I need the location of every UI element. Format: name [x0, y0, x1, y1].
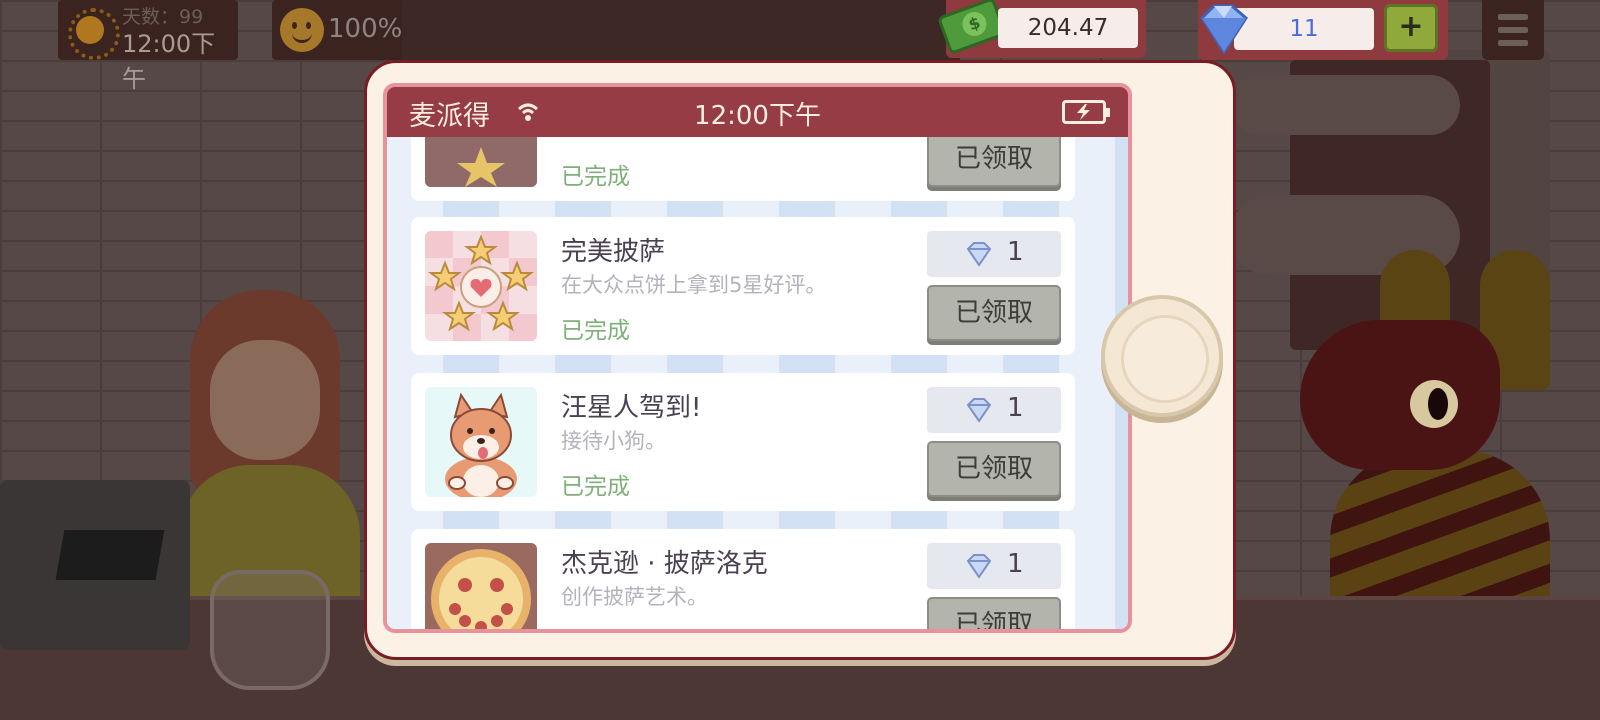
- achievement-description: 接待小狗。: [561, 429, 666, 453]
- phone-home-button[interactable]: [1101, 295, 1223, 417]
- claimed-button[interactable]: 已领取: [927, 137, 1061, 187]
- reward-amount: 1: [1007, 393, 1024, 423]
- battery-icon: [1062, 100, 1110, 124]
- money-value: 204.47: [998, 8, 1138, 48]
- phone-clock: 12:00下午: [694, 101, 821, 131]
- customer-character: [180, 290, 360, 615]
- achievement-title: 杰克逊 · 披萨洛克: [561, 549, 768, 579]
- diamond-icon: [966, 554, 992, 579]
- gems-panel: 11 +: [1198, 0, 1448, 60]
- anubis-head: [1300, 320, 1500, 470]
- cash-icon: [936, 0, 1008, 56]
- achievement-description: 在大众点饼上拿到5星好评。: [561, 273, 827, 297]
- stars-heart-icon: [425, 231, 537, 341]
- clock-time: 12:00下午: [122, 30, 216, 93]
- register-screen: [55, 530, 165, 580]
- achievement-status: 已完成: [561, 318, 630, 344]
- achievements-list[interactable]: 已完成 已领取 完美披萨 在大众点饼上拿到5星好评。 已完成 1 已领取 汪星人…: [387, 137, 1128, 629]
- achievement-card: 汪星人驾到! 接待小狗。 已完成 1 已领取: [411, 373, 1075, 511]
- gem-reward: 1: [927, 543, 1061, 589]
- phone-status-bar: 麦派得 12:00下午: [387, 87, 1128, 137]
- diamond-icon: [966, 398, 992, 423]
- mood-percent: 100%: [328, 14, 403, 44]
- achievement-thumbnail: [425, 231, 537, 341]
- achievement-title: 汪星人驾到!: [561, 393, 702, 423]
- achievement-thumbnail: [425, 543, 537, 629]
- customer-face: [210, 340, 320, 460]
- reward-amount: 1: [1007, 549, 1024, 579]
- cash-register: [0, 480, 190, 650]
- achievement-status: 已完成: [561, 474, 630, 500]
- achievement-description: 创作披萨艺术。: [561, 585, 708, 609]
- gem-reward: 1: [927, 387, 1061, 433]
- smiley-icon: [280, 8, 324, 52]
- buy-gems-button[interactable]: +: [1384, 4, 1438, 52]
- reward-amount: 1: [1007, 237, 1024, 267]
- shiba-dog-icon: [425, 387, 537, 497]
- diamond-icon: [966, 242, 992, 267]
- phone-device: 麦派得 12:00下午 已完成 已领取 完美披萨 在大众点饼上拿到5星好评。 已…: [364, 60, 1236, 660]
- achievement-status: 已完成: [561, 164, 630, 190]
- menu-icon: [1498, 27, 1528, 33]
- claimed-button[interactable]: 已领取: [927, 441, 1061, 497]
- claimed-button[interactable]: 已领取: [927, 597, 1061, 629]
- menu-button[interactable]: [1482, 0, 1544, 60]
- achievement-card: 杰克逊 · 披萨洛克 创作披萨艺术。 1 已领取: [411, 529, 1075, 629]
- tip-jar: [210, 570, 330, 690]
- sun-icon: [68, 8, 120, 60]
- phone-screen: 麦派得 12:00下午 已完成 已领取 完美披萨 在大众点饼上拿到5星好评。 已…: [383, 83, 1132, 633]
- day-panel: 天数：99 12:00下午: [58, 0, 238, 93]
- menu-icon: [1498, 40, 1528, 46]
- achievement-card: 完美披萨 在大众点饼上拿到5星好评。 已完成 1 已领取: [411, 217, 1075, 355]
- mood-panel: 100%: [272, 0, 402, 60]
- claimed-button[interactable]: 已领取: [927, 285, 1061, 341]
- money-panel: 204.47: [936, 0, 1146, 58]
- gem-reward: 1: [927, 231, 1061, 277]
- anubis-eye: [1410, 380, 1458, 428]
- gem-icon: [1200, 4, 1248, 55]
- achievement-title: 完美披萨: [561, 237, 666, 267]
- menu-icon: [1498, 14, 1528, 20]
- achievement-card: 已完成 已领取: [411, 137, 1075, 201]
- gems-value: 11: [1234, 8, 1374, 50]
- achievement-thumbnail: [425, 387, 537, 497]
- pizza-face-icon: [425, 543, 537, 629]
- achievement-thumbnail: [425, 137, 537, 187]
